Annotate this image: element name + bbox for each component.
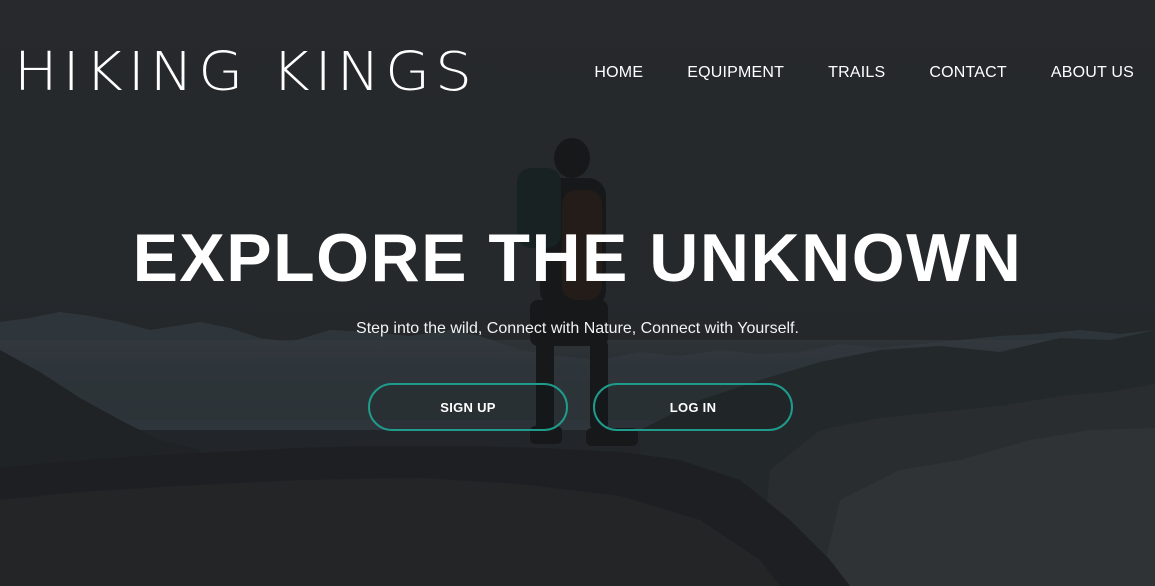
nav-about-us[interactable]: ABOUT US [1051, 63, 1134, 83]
nav-home[interactable]: HOME [594, 63, 643, 83]
hero-tagline: Step into the wild, Connect with Nature,… [356, 320, 799, 337]
nav-contact[interactable]: CONTACT [929, 63, 1007, 83]
nav-equipment[interactable]: EQUIPMENT [687, 63, 784, 83]
sign-up-button[interactable]: SIGN UP [368, 383, 568, 431]
site-logo[interactable]: HIKING KINGS [14, 44, 477, 99]
main-navigation: HOME EQUIPMENT TRAILS CONTACT ABOUT US [594, 63, 1134, 83]
hero-headline: EXPLORE THE UNKNOWN [132, 220, 1023, 296]
nav-trails[interactable]: TRAILS [828, 63, 885, 83]
log-in-button[interactable]: LOG IN [593, 383, 793, 431]
